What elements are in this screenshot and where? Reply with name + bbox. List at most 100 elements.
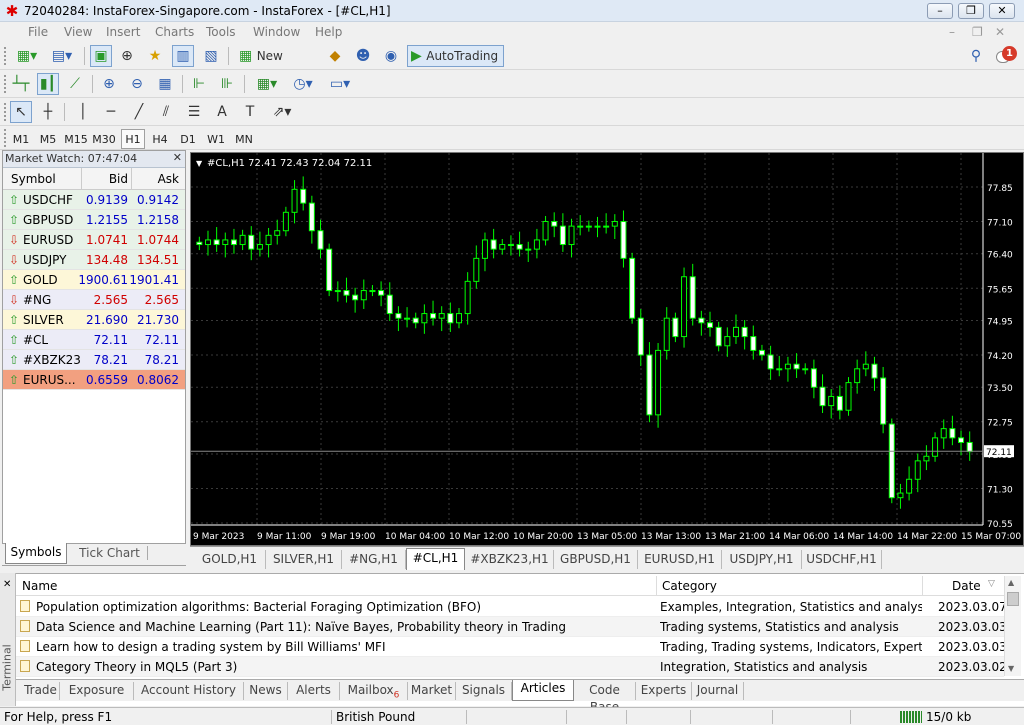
arrows-icon[interactable]: ⇗▾ [267,101,297,123]
timeframe-w1[interactable]: W1 [205,129,227,149]
terminal-tab-account-history[interactable]: Account History [134,682,244,700]
market-watch-row[interactable]: ⇩ EURUSD 1.0741 1.0744 [3,230,185,250]
profiles-icon[interactable]: ▤▾ [46,45,78,67]
chart-tab-xbzk23[interactable]: #XBZK23,H1 [466,550,554,569]
mdi-close-button[interactable]: ✕ [995,25,1005,39]
candlestick-chart[interactable]: 77.85 77.10 76.40 75.65 74.95 74.20 73.50 72.75… [191,153,1023,545]
menu-view[interactable]: View [64,25,92,39]
terminal-icon[interactable]: ▥ [172,45,194,67]
line-chart-icon[interactable]: ⟋ [64,73,86,95]
timeframe-d1[interactable]: D1 [177,129,199,149]
column-date[interactable]: Date [952,579,981,593]
market-watch-row[interactable]: ⇩ #NG 2.565 2.565 [3,290,185,310]
auto-scroll-icon[interactable]: ⊩ [188,73,210,95]
menu-file[interactable]: File [28,25,48,39]
terminal-tab-experts[interactable]: Experts [636,682,692,700]
terminal-close-icon[interactable]: ✕ [3,579,11,590]
timeframe-m1[interactable]: M1 [10,129,32,149]
terminal-tab-signals[interactable]: Signals [456,682,512,700]
chart-tab-gbpusd[interactable]: GBPUSD,H1 [554,550,638,569]
restore-button[interactable]: ❐ [958,3,984,19]
tab-tick-chart[interactable]: Tick Chart [72,546,148,560]
navigator-icon[interactable]: ★ [144,45,166,67]
timeframe-h4[interactable]: H4 [149,129,171,149]
article-row[interactable]: Data Science and Machine Learning (Part … [16,617,1007,637]
timeframe-m15[interactable]: M15 [63,129,89,149]
indicators-icon[interactable]: ▦▾ [252,73,282,95]
chart-tab-usdjpy[interactable]: USDJPY,H1 [722,550,802,569]
strategy-tester-icon[interactable]: ▧ [200,45,222,67]
periods-icon[interactable]: ◷▾ [288,73,318,95]
market-watch-row[interactable]: ⇧ GBPUSD 1.2155 1.2158 [3,210,185,230]
terminal-scrollbar[interactable]: ▲ ▼ [1004,576,1021,676]
terminal-tab-news[interactable]: News [244,682,288,700]
timeframe-mn[interactable]: MN [232,129,256,149]
templates-icon[interactable]: ▭▾ [324,73,356,95]
data-window-icon[interactable]: ⊕ [116,45,138,67]
equidistant-channel-icon[interactable]: ⫽ [155,101,177,123]
vertical-line-icon[interactable]: │ [72,101,94,123]
terminal-tab-articles[interactable]: Articles [512,680,574,701]
minimize-button[interactable]: – [927,3,953,19]
tab-symbols[interactable]: Symbols [5,543,67,564]
chart-tab-cl[interactable]: #CL,H1 [406,548,465,570]
market-watch-row[interactable]: ⇧ #XBZK23 78.21 78.21 [3,350,185,370]
scroll-thumb[interactable] [1007,592,1019,606]
terminal-tab-journal[interactable]: Journal [692,682,744,700]
market-watch-icon[interactable]: ▣ [90,45,112,67]
timeframe-m5[interactable]: M5 [37,129,59,149]
new-order-button[interactable]: ▦ New Order [236,45,320,83]
signals-icon[interactable]: ◉ [380,45,402,67]
column-bid[interactable]: Bid [109,172,128,186]
column-category[interactable]: Category [662,579,717,593]
terminal-tab-mailbox[interactable]: Mailbox6 [340,682,408,700]
market-watch-row[interactable]: ⇧ EURUS... 0.6559 0.8062 [3,370,185,390]
scroll-down-icon[interactable]: ▼ [1008,664,1014,673]
terminal-tab-market[interactable]: Market [408,682,456,700]
column-name[interactable]: Name [22,579,57,593]
terminal-tab-trade[interactable]: Trade [22,682,60,700]
menu-help[interactable]: Help [315,25,342,39]
zoom-in-icon[interactable]: ⊕ [98,73,120,95]
fibonacci-icon[interactable]: ☰ [183,101,205,123]
horizontal-line-icon[interactable]: ─ [100,101,122,123]
menu-tools[interactable]: Tools [206,25,236,39]
tile-windows-icon[interactable]: ▦ [154,73,176,95]
search-icon[interactable]: ⚲ [966,45,986,67]
article-row[interactable]: Population optimization algorithms: Bact… [16,597,1007,617]
menu-insert[interactable]: Insert [106,25,140,39]
market-watch-row[interactable]: ⇧ GOLD 1900.61 1901.41 [3,270,185,290]
bar-chart-icon[interactable]: ┴┬ [10,73,32,95]
chart-tab-gold[interactable]: GOLD,H1 [194,550,266,569]
candlesticks-icon[interactable]: ▮┃ [37,73,59,95]
column-ask[interactable]: Ask [158,172,179,186]
new-chart-icon[interactable]: ▦▾ [10,45,44,67]
chart-tab-ng[interactable]: #NG,H1 [342,550,406,569]
notifications-button[interactable]: 1 [996,46,1018,66]
text-label-icon[interactable]: T [239,101,261,123]
market-watch-row[interactable]: ⇧ USDCHF 0.9139 0.9142 [3,190,185,210]
timeframe-h1[interactable]: H1 [121,129,145,149]
scroll-up-icon[interactable]: ▲ [1008,578,1014,587]
crosshair-icon[interactable]: ┼ [37,101,59,123]
close-button[interactable]: ✕ [989,3,1015,19]
chart-tab-usdchf[interactable]: USDCHF,H1 [802,550,882,569]
article-row[interactable]: Category Theory in MQL5 (Part 3) Integrat… [16,657,1007,677]
column-symbol[interactable]: Symbol [11,172,56,186]
market-watch-row[interactable]: ⇩ USDJPY 134.48 134.51 [3,250,185,270]
terminal-tab-alerts[interactable]: Alerts [288,682,340,700]
market-watch-row[interactable]: ⇧ SILVER 21.690 21.730 [3,310,185,330]
menu-charts[interactable]: Charts [155,25,194,39]
chart-shift-icon[interactable]: ⊪ [216,73,238,95]
zoom-out-icon[interactable]: ⊖ [126,73,148,95]
article-row[interactable]: Learn how to design a trading system by … [16,637,1007,657]
auto-trading-button[interactable]: ▶ AutoTrading [407,45,504,67]
market-watch-close-icon[interactable]: ✕ [173,151,182,164]
trendline-icon[interactable]: ╱ [128,101,150,123]
mdi-restore-button[interactable]: ❐ [972,25,983,39]
market-watch-row[interactable]: ⇧ #CL 72.11 72.11 [3,330,185,350]
terminal-tab-exposure[interactable]: Exposure [60,682,134,700]
menu-window[interactable]: Window [253,25,300,39]
chart-tab-eurusd[interactable]: EURUSD,H1 [638,550,722,569]
community-icon[interactable]: ☻ [352,45,374,67]
